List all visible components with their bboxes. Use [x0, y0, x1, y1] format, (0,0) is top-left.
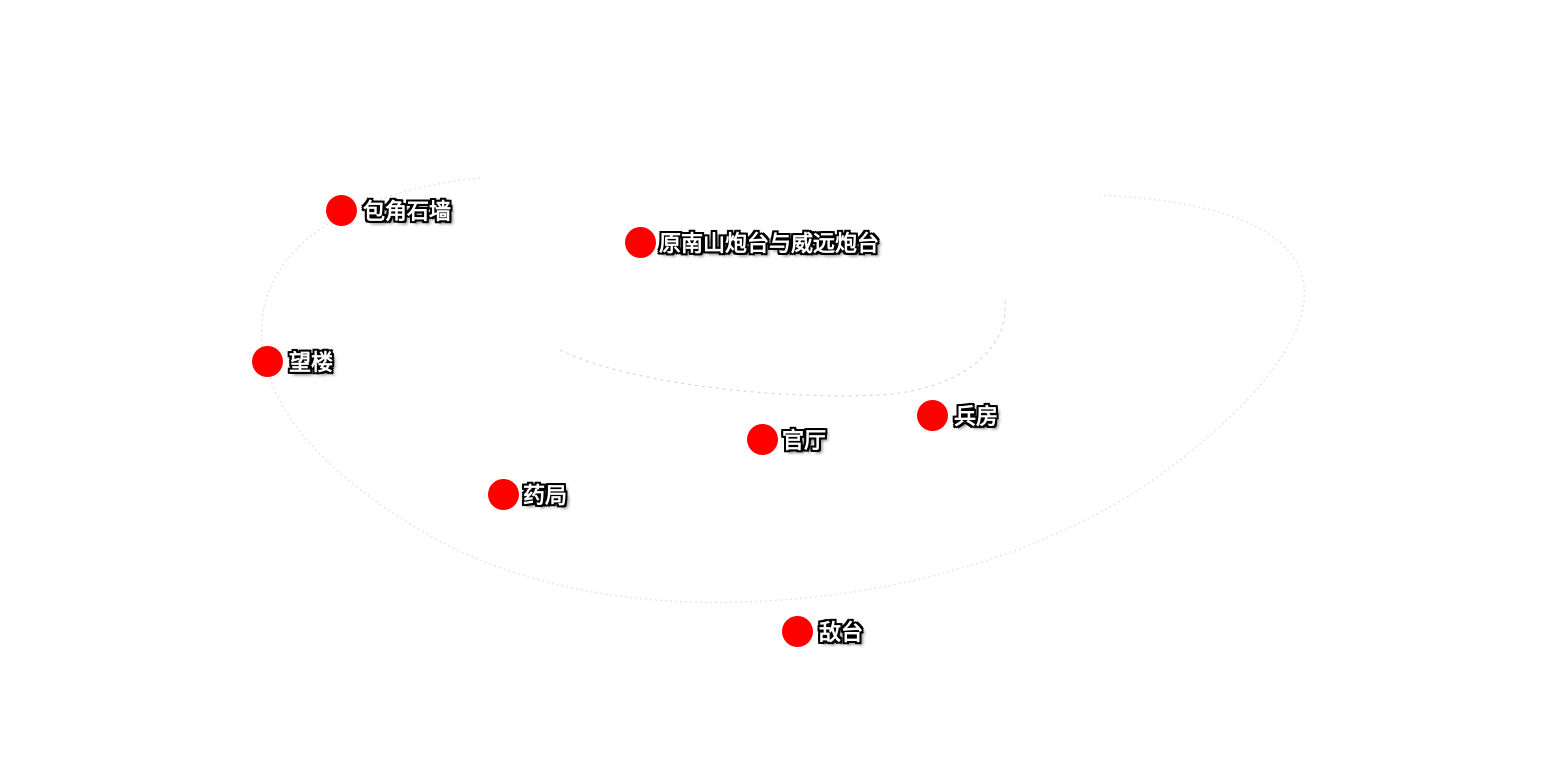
location-marker-icon [326, 194, 357, 226]
location-marker-icon [625, 226, 656, 258]
poi-label: 包角石墙 [363, 200, 452, 225]
fortress-map: 包角石墙 原南山炮台与威远炮台 望楼 兵房 官厅 药局 敌台 [0, 0, 1563, 767]
location-marker-icon [252, 345, 283, 377]
poi-ditai[interactable]: 敌台 [782, 615, 863, 647]
poi-baojiao-shiqiang[interactable]: 包角石墙 [326, 194, 451, 226]
poi-label: 兵房 [954, 405, 999, 430]
poi-label: 敌台 [819, 621, 864, 646]
poi-label: 原南山炮台与威远炮台 [659, 232, 880, 257]
site-outline [260, 177, 1306, 604]
poi-bingfang[interactable]: 兵房 [917, 399, 998, 431]
poi-label: 官厅 [782, 429, 827, 454]
poi-label: 药局 [523, 484, 568, 509]
poi-wanglou[interactable]: 望楼 [252, 345, 333, 377]
location-marker-icon [782, 615, 813, 647]
location-marker-icon [488, 478, 519, 510]
location-marker-icon [917, 399, 948, 431]
inner-wall-outline [559, 299, 1006, 397]
location-marker-icon [747, 423, 778, 455]
poi-yaoju[interactable]: 药局 [488, 478, 567, 510]
poi-guanting[interactable]: 官厅 [747, 423, 826, 455]
poi-label: 望楼 [289, 351, 334, 376]
poi-yuan-nanshan-paotai[interactable]: 原南山炮台与威远炮台 [625, 226, 879, 258]
